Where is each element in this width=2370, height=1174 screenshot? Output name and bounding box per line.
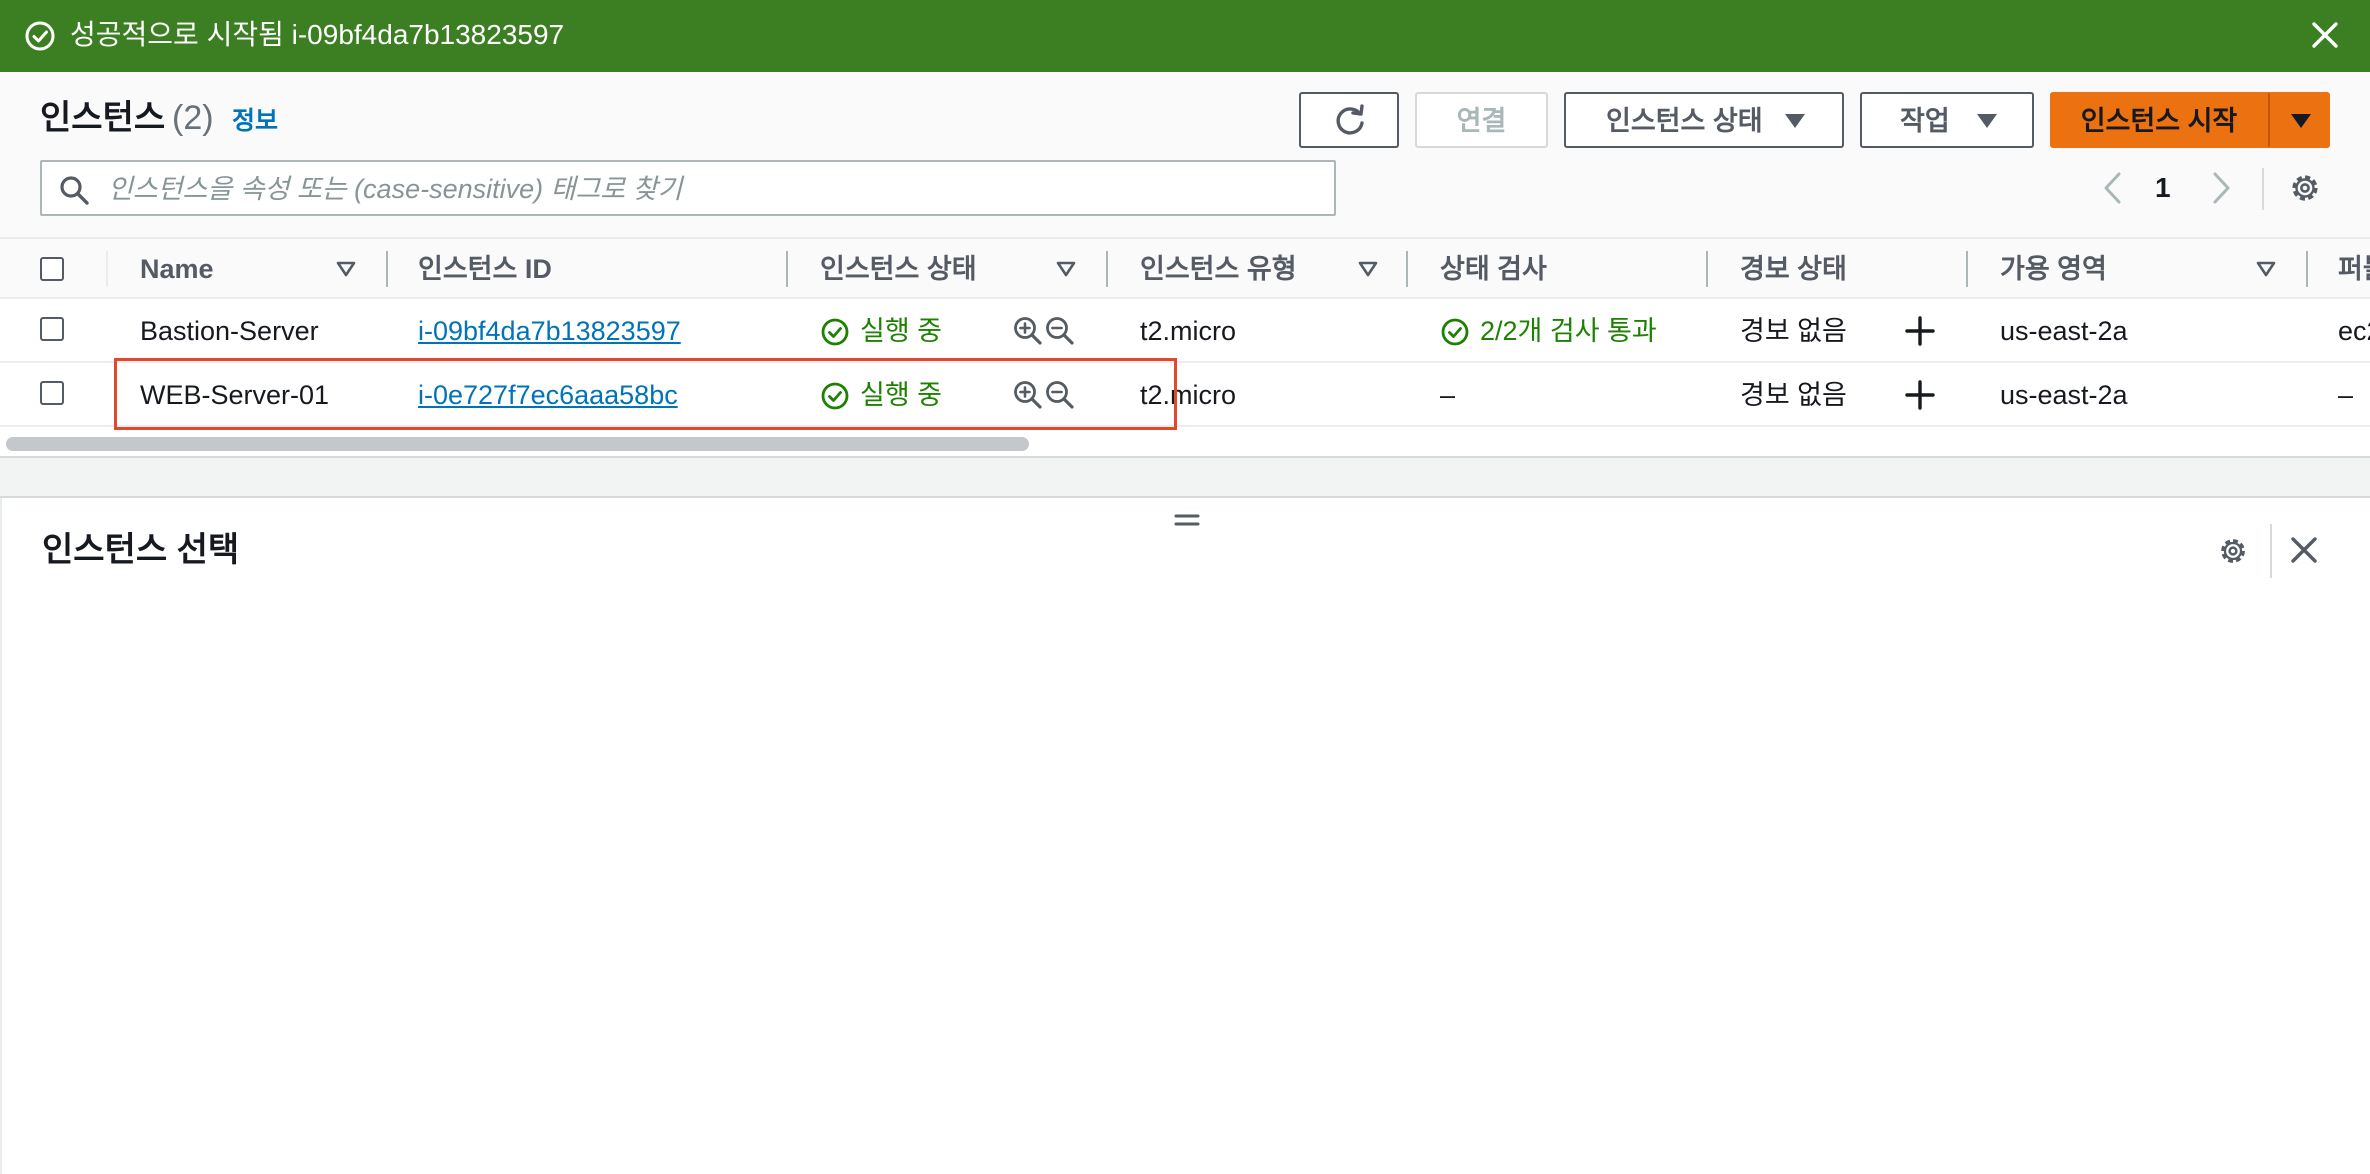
check-circle-icon — [1441, 318, 1469, 346]
zoom-in-icon[interactable] — [1012, 379, 1044, 411]
search-placeholder: 인스턴스을 속성 또는 (case-sensitive) 태그로 찾기 — [108, 174, 683, 204]
page-number[interactable]: 1 — [2155, 170, 2171, 206]
status-check-text: – — [1440, 380, 1456, 410]
info-link[interactable]: 정보 — [232, 106, 278, 136]
sort-icon[interactable] — [336, 261, 356, 277]
column-divider — [106, 251, 108, 287]
launch-instances-label: 인스턴스 시작 — [2080, 106, 2238, 136]
public-dns: ec2 — [2338, 316, 2370, 346]
chevron-right-icon[interactable] — [2210, 170, 2234, 206]
caret-down-icon — [1785, 114, 1805, 128]
row-checkbox[interactable] — [40, 381, 64, 405]
column-header-alarm[interactable]: 경보 상태 — [1740, 253, 1847, 285]
sort-icon[interactable] — [1358, 261, 1378, 277]
success-flashbar: 성공적으로 시작됨 i-09bf4da7b13823597 — [0, 0, 2370, 72]
table-row[interactable]: Bastion-Server i-09bf4da7b13823597 실행 중 … — [0, 299, 2370, 363]
split-divider — [0, 456, 2370, 498]
refresh-button[interactable] — [1299, 92, 1399, 148]
instances-header: 인스턴스 (2) 정보 연결 인스턴스 상태 작업 인스턴스 시작 인스턴스을 … — [0, 72, 2370, 237]
table-row[interactable]: WEB-Server-01 i-0e727f7ec6aaa58bc 실행 중 t… — [0, 363, 2370, 427]
panel-title: 인스턴스 선택 — [42, 531, 240, 569]
sort-icon[interactable] — [1056, 261, 1076, 277]
column-header-name[interactable]: Name — [140, 253, 214, 285]
availability-zone: us-east-2a — [2000, 380, 2128, 410]
caret-down-icon — [1977, 114, 1997, 128]
horizontal-scrollbar[interactable] — [0, 432, 2370, 454]
instance-type: t2.micro — [1140, 380, 1237, 410]
instance-state-label: 인스턴스 상태 — [1606, 106, 1763, 136]
public-dns: – — [2338, 380, 2354, 410]
row-checkbox[interactable] — [40, 317, 64, 341]
instance-name: WEB-Server-01 — [140, 380, 330, 410]
chevron-left-icon[interactable] — [2100, 170, 2124, 206]
column-divider — [1706, 251, 1708, 287]
alarm-status: 경보 없음 — [1740, 380, 1847, 410]
sort-icon[interactable] — [2256, 261, 2276, 277]
close-icon[interactable] — [2308, 18, 2342, 52]
connect-button-label: 연결 — [1456, 106, 1507, 136]
plus-icon[interactable] — [1904, 315, 1936, 347]
close-icon[interactable] — [2288, 534, 2320, 566]
launch-instances-button[interactable]: 인스턴스 시작 — [2050, 92, 2268, 148]
zoom-out-icon[interactable] — [1044, 315, 1076, 347]
instance-type: t2.micro — [1140, 316, 1237, 346]
alarm-status: 경보 없음 — [1740, 316, 1847, 346]
instance-name: Bastion-Server — [140, 316, 319, 346]
column-divider — [786, 251, 788, 287]
column-header-type[interactable]: 인스턴스 유형 — [1140, 253, 1297, 285]
column-divider — [1406, 251, 1408, 287]
actions-label: 작업 — [1900, 106, 1950, 136]
check-circle-icon — [821, 318, 849, 346]
status-check-text: 2/2개 검사 통과 — [1480, 316, 1657, 346]
instance-id-link[interactable]: i-09bf4da7b13823597 — [418, 315, 681, 347]
search-icon — [60, 176, 89, 205]
column-header-instance-id[interactable]: 인스턴스 ID — [418, 253, 552, 285]
column-divider — [2306, 251, 2308, 287]
flash-message: 성공적으로 시작됨 i-09bf4da7b13823597 — [70, 19, 565, 50]
instance-state-text: 실행 중 — [860, 380, 943, 410]
table-header: Name 인스턴스 ID 인스턴스 상태 인스턴스 유형 상태 검사 경보 상태… — [0, 237, 2370, 299]
column-divider — [1106, 251, 1108, 287]
scrollbar-thumb[interactable] — [6, 437, 1029, 451]
gear-icon[interactable] — [2216, 534, 2250, 568]
zoom-out-icon[interactable] — [1044, 379, 1076, 411]
actions-dropdown[interactable]: 작업 — [1860, 92, 2034, 148]
pagination-divider — [2262, 168, 2264, 210]
search-input[interactable]: 인스턴스을 속성 또는 (case-sensitive) 태그로 찾기 — [40, 160, 1336, 216]
column-header-az[interactable]: 가용 영역 — [2000, 253, 2107, 285]
refresh-icon — [1336, 104, 1364, 135]
page-title: 인스턴스 — [40, 99, 166, 137]
column-header-status-check[interactable]: 상태 검사 — [1440, 253, 1547, 285]
zoom-in-icon[interactable] — [1012, 315, 1044, 347]
instance-state-text: 실행 중 — [860, 316, 943, 346]
instance-id-link[interactable]: i-0e727f7ec6aaa58bc — [418, 379, 678, 411]
column-header-public-dns[interactable]: 퍼블 — [2338, 253, 2370, 285]
details-panel: 인스턴스 선택 — [0, 498, 2370, 1174]
check-circle-icon — [25, 21, 55, 51]
column-header-state[interactable]: 인스턴스 상태 — [820, 253, 977, 285]
availability-zone: us-east-2a — [2000, 316, 2128, 346]
instance-count: (2) — [172, 99, 214, 137]
select-all-checkbox[interactable] — [40, 257, 64, 281]
check-circle-icon — [821, 382, 849, 410]
instance-state-dropdown[interactable]: 인스턴스 상태 — [1564, 92, 1844, 148]
caret-down-icon — [2291, 114, 2311, 128]
gear-icon[interactable] — [2287, 170, 2323, 206]
launch-dropdown-button[interactable] — [2268, 92, 2330, 148]
connect-button[interactable]: 연결 — [1415, 92, 1548, 148]
column-divider — [386, 251, 388, 287]
plus-icon[interactable] — [1904, 379, 1936, 411]
column-divider — [1966, 251, 1968, 287]
panel-divider — [2270, 524, 2272, 578]
drag-handle-icon[interactable] — [1174, 510, 1200, 530]
